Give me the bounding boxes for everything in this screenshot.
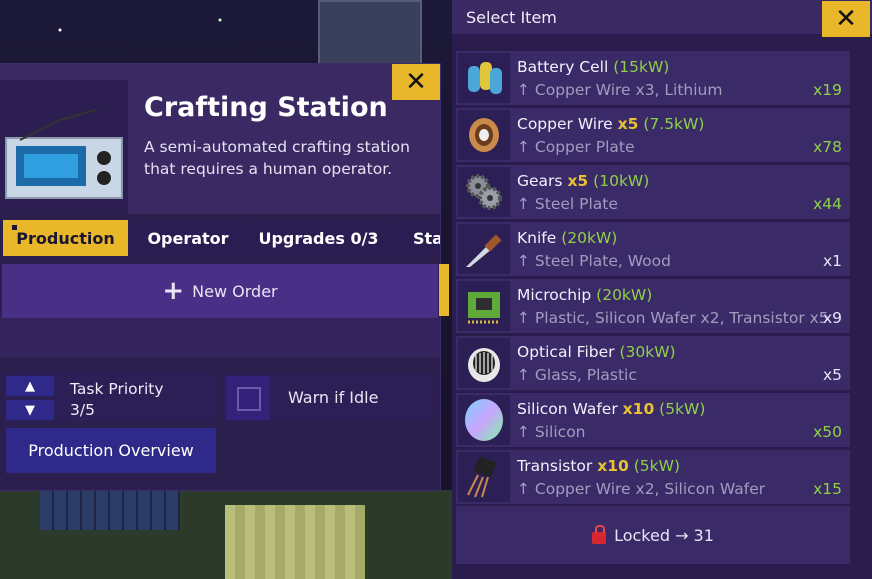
battery-cell-icon [458, 53, 510, 103]
item-power: (5kW) [633, 457, 680, 475]
item-name: Microchip [517, 286, 592, 304]
tab-production[interactable]: Production [3, 220, 128, 256]
item-name-line: Microchip (20kW) [517, 286, 652, 304]
floor-tiles [225, 505, 365, 579]
crafting-station-panel: ✕ Crafting Station A semi-automated craf… [0, 64, 449, 490]
item-ingredients: ↑ Copper Wire x2, Silicon Wafer [517, 480, 766, 498]
item-count: x5 [822, 366, 842, 384]
tab-upgrades[interactable]: Upgrades 0/3 [248, 220, 389, 256]
item-ingredients: ↑ Silicon [517, 423, 586, 441]
item-multiplier: x5 [617, 115, 639, 133]
item-power: (7.5kW) [643, 115, 705, 133]
close-button[interactable]: ✕ [392, 64, 440, 100]
crafting-station-thumbnail [0, 80, 128, 214]
gears-icon [458, 167, 510, 217]
item-power: (20kW) [596, 286, 653, 304]
item-name: Battery Cell [517, 58, 609, 76]
item-name-line: Optical Fiber (30kW) [517, 343, 676, 361]
item-multiplier: x5 [567, 172, 589, 190]
panel-description: A semi-automated crafting station that r… [144, 138, 410, 178]
item-count: x19 [813, 81, 842, 99]
item-power: (30kW) [619, 343, 676, 361]
silicon-wafer-icon [458, 395, 510, 445]
warn-idle-checkbox[interactable] [226, 376, 270, 420]
item-name-line: Silicon Wafer x10 (5kW) [517, 400, 705, 418]
item-ingredients: ↑ Steel Plate, Wood [517, 252, 671, 270]
item-name-line: Battery Cell (15kW) [517, 58, 669, 76]
item-count: x44 [813, 195, 842, 213]
item-name: Transistor [517, 457, 593, 475]
tab-operator[interactable]: Operator [132, 220, 244, 256]
panel-title: Crafting Station [144, 92, 388, 123]
item-ingredients: ↑ Plastic, Silicon Wafer x2, Transistor … [517, 309, 829, 327]
item-ingredients: ↑ Glass, Plastic [517, 366, 637, 384]
knife-icon [458, 224, 510, 274]
locked-items-row[interactable]: Locked → 31 [456, 506, 850, 564]
new-order-button[interactable]: + New Order [2, 264, 438, 318]
item-count: x9 [822, 309, 842, 327]
tab-status[interactable]: Sta [393, 220, 440, 256]
item-count: x15 [813, 480, 842, 498]
space-station-module [318, 0, 422, 66]
item-row-battery-cell[interactable]: Battery Cell (15kW) ↑ Copper Wire x3, Lit… [456, 51, 850, 105]
item-name: Gears [517, 172, 563, 190]
microchip-icon [458, 281, 510, 331]
item-row-optical-fiber[interactable]: Optical Fiber (30kW) ↑ Glass, Plastic x5 [456, 336, 850, 390]
item-row-knife[interactable]: Knife (20kW) ↑ Steel Plate, Wood x1 [456, 222, 850, 276]
item-name-line: Copper Wire x5 (7.5kW) [517, 115, 704, 133]
item-power: (20kW) [561, 229, 618, 247]
order-list-area [0, 318, 440, 358]
warn-idle-label: Warn if Idle [288, 388, 379, 407]
arrow-down-icon: ▼ [25, 402, 35, 418]
item-power: (10kW) [593, 172, 650, 190]
lock-icon [592, 525, 607, 544]
item-multiplier: x10 [597, 457, 629, 475]
plus-icon: + [162, 276, 185, 306]
select-item-close-button[interactable]: ✕ [822, 1, 870, 37]
item-name: Optical Fiber [517, 343, 615, 361]
locked-label: Locked → 31 [614, 525, 714, 545]
item-ingredients: ↑ Copper Plate [517, 138, 635, 156]
copper-wire-icon [458, 110, 510, 160]
select-item-title: Select Item [466, 8, 557, 27]
item-power: (5kW) [659, 400, 706, 418]
optical-fiber-icon [458, 338, 510, 388]
item-ingredients: ↑ Steel Plate [517, 195, 618, 213]
scrollbar[interactable] [439, 264, 449, 316]
select-item-panel: Select Item ✕ Battery Cell (15kW) ↑ Coppe… [452, 0, 872, 579]
item-name: Knife [517, 229, 557, 247]
item-name: Copper Wire [517, 115, 613, 133]
transistor-icon [458, 452, 510, 502]
item-row-silicon-wafer[interactable]: Silicon Wafer x10 (5kW) ↑ Silicon x50 [456, 393, 850, 447]
item-row-gears[interactable]: Gears x5 (10kW) ↑ Steel Plate x44 [456, 165, 850, 219]
item-name: Silicon Wafer [517, 400, 618, 418]
priority-down-button[interactable]: ▼ [6, 400, 54, 420]
close-icon: ✕ [835, 4, 857, 34]
arrow-up-icon: ▲ [25, 378, 35, 394]
item-power: (15kW) [613, 58, 670, 76]
item-row-microchip[interactable]: Microchip (20kW) ↑ Plastic, Silicon Wafer… [456, 279, 850, 333]
priority-up-button[interactable]: ▲ [6, 376, 54, 396]
item-name-line: Knife (20kW) [517, 229, 617, 247]
production-overview-button[interactable]: Production Overview [6, 428, 216, 473]
task-priority-label: Task Priority [70, 380, 164, 398]
item-row-transistor[interactable]: Transistor x10 (5kW) ↑ Copper Wire x2, Si… [456, 450, 850, 504]
solar-panel-grid [40, 490, 180, 530]
item-count: x1 [822, 252, 842, 270]
item-row-copper-wire[interactable]: Copper Wire x5 (7.5kW) ↑ Copper Plate x78 [456, 108, 850, 162]
tab-bar: Production Operator Upgrades 0/3 Sta [0, 220, 440, 256]
item-ingredients: ↑ Copper Wire x3, Lithium [517, 81, 723, 99]
item-count: x78 [813, 138, 842, 156]
item-name-line: Gears x5 (10kW) [517, 172, 649, 190]
item-count: x50 [813, 423, 842, 441]
item-name-line: Transistor x10 (5kW) [517, 457, 680, 475]
close-icon: ✕ [405, 67, 427, 97]
task-priority-value: 3/5 [70, 401, 95, 419]
item-multiplier: x10 [622, 400, 655, 418]
